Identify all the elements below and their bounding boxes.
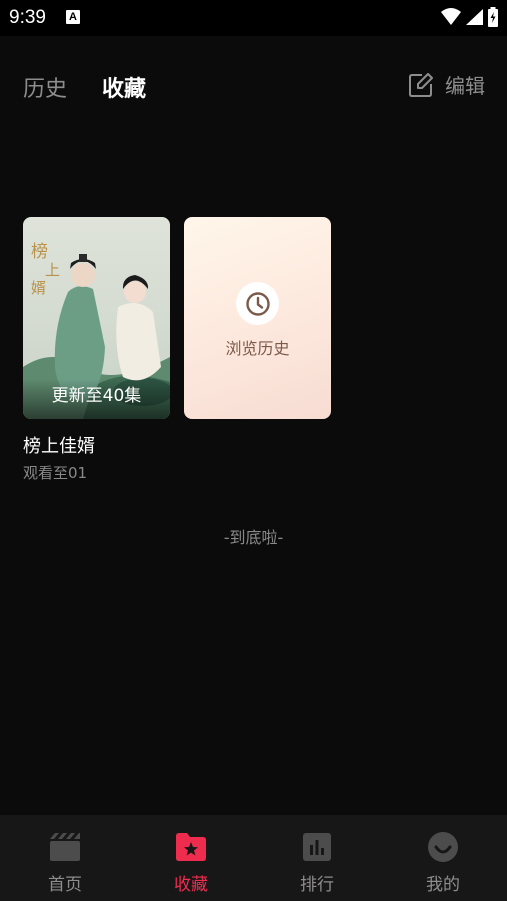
nav-label-ranking: 排行: [300, 875, 334, 895]
favorite-item-title[interactable]: 榜上佳婿: [23, 432, 95, 458]
status-icons: [441, 7, 499, 27]
status-time: 9:39: [9, 7, 46, 28]
browse-history-card[interactable]: 浏览历史: [184, 217, 331, 419]
favorite-poster-card[interactable]: 榜 上 婿 更新至40集: [23, 217, 170, 419]
favorite-item-progress: 观看至01: [23, 464, 88, 482]
history-icon-circle: [236, 282, 279, 325]
nav-item-home[interactable]: 首页: [2, 815, 128, 901]
end-of-list-text: -到底啦-: [223, 528, 284, 547]
svg-text:榜: 榜: [31, 242, 48, 262]
edit-icon: [409, 72, 433, 97]
clock-icon: [245, 291, 270, 316]
edit-label: 编辑: [445, 74, 485, 98]
browse-history-label: 浏览历史: [225, 339, 290, 358]
nav-label-profile: 我的: [426, 875, 460, 895]
nav-label-home: 首页: [48, 875, 82, 895]
notification-app-icon: A: [66, 10, 80, 24]
smile-face-icon: [428, 832, 458, 862]
tab-history[interactable]: 历史: [23, 71, 67, 103]
clapperboard-icon: [50, 833, 80, 861]
svg-text:婿: 婿: [31, 279, 46, 297]
bottom-nav: 首页 收藏 排行 我的: [0, 815, 507, 901]
tab-favorites[interactable]: 收藏: [102, 71, 146, 103]
header: 历史 收藏 编辑: [0, 36, 507, 132]
nav-label-favorites: 收藏: [174, 875, 208, 895]
wifi-icon: [441, 8, 461, 25]
episode-badge: 更新至40集: [23, 379, 170, 419]
nav-item-favorites[interactable]: 收藏: [128, 815, 254, 901]
nav-item-ranking[interactable]: 排行: [254, 815, 380, 901]
star-folder-icon: [176, 833, 206, 861]
signal-icon: [466, 9, 483, 25]
status-bar: 9:39 A: [0, 0, 507, 36]
nav-item-profile[interactable]: 我的: [380, 815, 506, 901]
battery-icon: [488, 7, 498, 27]
svg-text:上: 上: [45, 261, 60, 279]
ranking-chart-icon: [303, 833, 331, 861]
edit-button[interactable]: 编辑: [409, 70, 485, 99]
